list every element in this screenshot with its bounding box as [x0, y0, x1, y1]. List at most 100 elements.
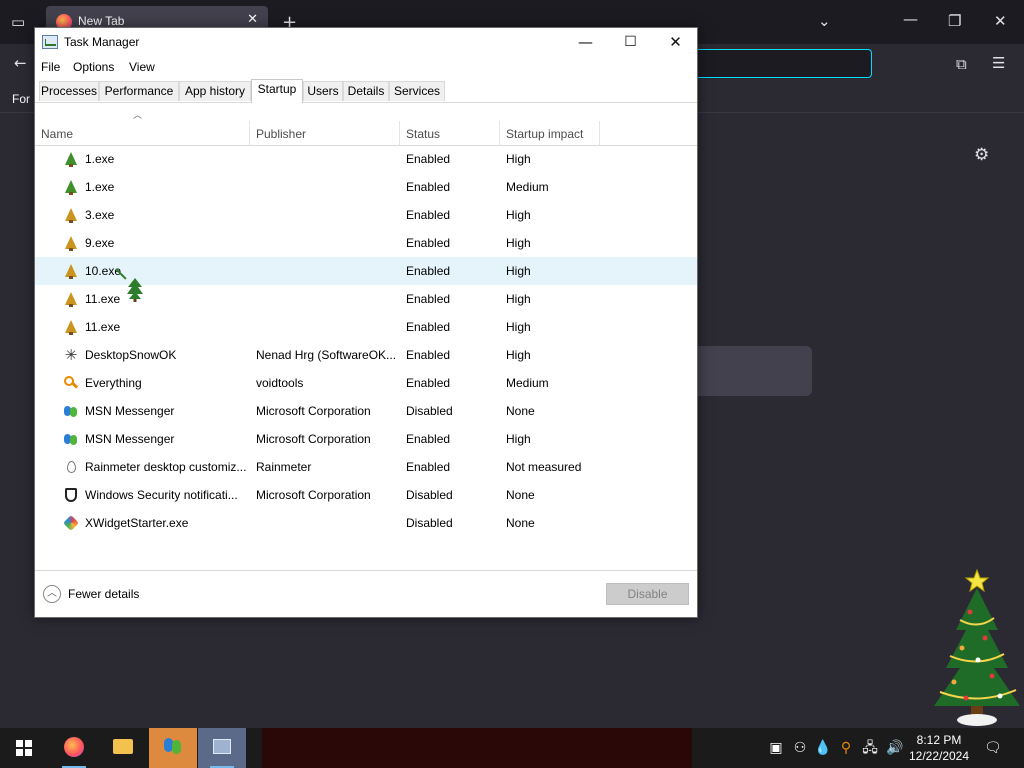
- tab-performance[interactable]: Performance: [99, 81, 179, 101]
- everything-tray-icon[interactable]: ⚲: [838, 740, 854, 756]
- row-name: MSN Messenger: [85, 404, 175, 418]
- task-manager-icon: [42, 35, 58, 49]
- table-row[interactable]: Everything voidtools Enabled Medium: [35, 369, 697, 397]
- column-startup-impact[interactable]: Startup impact: [506, 127, 583, 141]
- window-title: Task Manager: [64, 35, 140, 49]
- column-divider[interactable]: [249, 121, 250, 145]
- table-row[interactable]: 11.exe Enabled High: [35, 313, 697, 341]
- table-row[interactable]: 3.exe Enabled High: [35, 201, 697, 229]
- table-row[interactable]: MSN Messenger Microsoft Corporation Enable…: [35, 425, 697, 453]
- table-row[interactable]: Rainmeter desktop customiz... Rainmeter En…: [35, 453, 697, 481]
- column-divider[interactable]: [599, 121, 600, 145]
- folder-icon: [113, 739, 133, 754]
- tray-app-icon[interactable]: ▣: [768, 740, 784, 756]
- rainmeter-tray-icon[interactable]: 💧: [814, 740, 831, 756]
- taskbar-file-explorer[interactable]: [99, 728, 147, 768]
- bookmark-item[interactable]: For: [12, 92, 30, 106]
- row-status: Enabled: [406, 152, 451, 166]
- row-publisher: voidtools: [256, 376, 304, 390]
- shield-icon: [63, 487, 79, 503]
- row-status: Enabled: [406, 376, 451, 390]
- xwidget-icon: [63, 515, 79, 531]
- row-name: Rainmeter desktop customiz...: [85, 460, 247, 474]
- table-row[interactable]: ✳ DesktopSnowOK Nenad Hrg (SoftwareOK... En…: [35, 341, 697, 369]
- taskbar-wallpaper-area: [262, 728, 692, 768]
- column-status[interactable]: Status: [406, 127, 440, 141]
- row-status: Enabled: [406, 460, 451, 474]
- footer: ︿ Fewer details Disable: [35, 570, 697, 618]
- row-startup-impact: High: [506, 208, 531, 222]
- row-status: Enabled: [406, 264, 451, 278]
- menu-icon[interactable]: ☰: [992, 54, 1005, 72]
- column-divider[interactable]: [499, 121, 500, 145]
- row-startup-impact: High: [506, 320, 531, 334]
- taskbar-msn-messenger[interactable]: [149, 728, 197, 768]
- browser-card[interactable]: [690, 346, 812, 396]
- disable-button[interactable]: Disable: [606, 583, 689, 605]
- tab-strip: Processes Performance App history Startu…: [35, 79, 697, 103]
- tab-processes[interactable]: Processes: [39, 81, 99, 101]
- start-button[interactable]: [0, 728, 48, 768]
- row-publisher: Nenad Hrg (SoftwareOK...: [256, 348, 397, 362]
- row-name: 1.exe: [85, 180, 115, 194]
- volume-icon[interactable]: 🔊: [886, 740, 903, 756]
- menu-options[interactable]: Options: [73, 60, 114, 74]
- taskbar-firefox[interactable]: [50, 728, 98, 768]
- table-row[interactable]: Windows Security notificati... Microsoft …: [35, 481, 697, 509]
- list-all-tabs-icon[interactable]: ▭: [11, 13, 25, 31]
- row-startup-impact: High: [506, 152, 531, 166]
- clock-time: 8:12 PM: [916, 733, 962, 747]
- fewer-details-button[interactable]: Fewer details: [68, 587, 139, 601]
- row-publisher: Rainmeter: [256, 460, 312, 474]
- restore-icon[interactable]: ❐: [948, 12, 961, 30]
- extensions-icon[interactable]: ⧉: [956, 55, 967, 73]
- table-row[interactable]: 9.exe Enabled High: [35, 229, 697, 257]
- close-button[interactable]: ✕: [653, 28, 698, 58]
- msn-tray-icon[interactable]: ⚇: [792, 740, 808, 756]
- row-name: Windows Security notificati...: [85, 488, 238, 502]
- close-tab-icon[interactable]: ✕: [247, 12, 258, 27]
- maximize-button[interactable]: ☐: [608, 28, 653, 58]
- column-publisher[interactable]: Publisher: [256, 127, 306, 141]
- minimize-button[interactable]: —: [563, 28, 608, 58]
- table-row[interactable]: MSN Messenger Microsoft Corporation Disabl…: [35, 397, 697, 425]
- sort-ascending-icon: ︿: [133, 111, 143, 121]
- back-arrow-icon[interactable]: ←: [14, 54, 27, 72]
- row-status: Enabled: [406, 180, 451, 194]
- tree-gold-icon: [63, 235, 79, 251]
- christmas-tree-decoration: [934, 568, 1020, 726]
- gear-icon[interactable]: ⚙: [974, 145, 989, 165]
- tree-gold-icon: [63, 207, 79, 223]
- column-header-row: ︿ Name Publisher Status Startup impact: [35, 103, 697, 146]
- network-icon[interactable]: 🖧: [862, 740, 878, 756]
- clock[interactable]: 8:12 PM 12/22/2024: [906, 732, 972, 764]
- chevron-up-icon[interactable]: ︿: [43, 585, 61, 603]
- column-name[interactable]: Name: [41, 127, 73, 141]
- tab-users[interactable]: Users: [303, 81, 343, 101]
- tab-startup[interactable]: Startup: [251, 79, 303, 103]
- row-startup-impact: Medium: [506, 180, 549, 194]
- minimize-icon[interactable]: —: [903, 10, 918, 28]
- table-row[interactable]: 1.exe Enabled Medium: [35, 173, 697, 201]
- magnifier-icon: [63, 375, 79, 391]
- tree-gold-icon: [63, 319, 79, 335]
- taskbar-task-manager[interactable]: [198, 728, 246, 768]
- chevron-down-icon[interactable]: ⌄: [818, 12, 831, 30]
- row-status: Disabled: [406, 404, 453, 418]
- row-startup-impact: None: [506, 488, 535, 502]
- row-startup-impact: High: [506, 432, 531, 446]
- row-name: DesktopSnowOK: [85, 348, 177, 362]
- table-row[interactable]: 1.exe Enabled High: [35, 145, 697, 173]
- tab-details[interactable]: Details: [343, 81, 389, 101]
- notification-icon[interactable]: 🗨: [984, 740, 1002, 756]
- tab-services[interactable]: Services: [389, 81, 445, 101]
- table-row[interactable]: XWidgetStarter.exe Disabled None: [35, 509, 697, 537]
- menu-view[interactable]: View: [129, 60, 155, 74]
- snowflake-icon: ✳: [64, 346, 78, 364]
- url-bar[interactable]: [692, 49, 872, 78]
- menu-file[interactable]: File: [41, 60, 60, 74]
- column-divider[interactable]: [399, 121, 400, 145]
- tab-app-history[interactable]: App history: [179, 81, 251, 101]
- close-icon[interactable]: ✕: [994, 12, 1007, 30]
- row-status: Enabled: [406, 208, 451, 222]
